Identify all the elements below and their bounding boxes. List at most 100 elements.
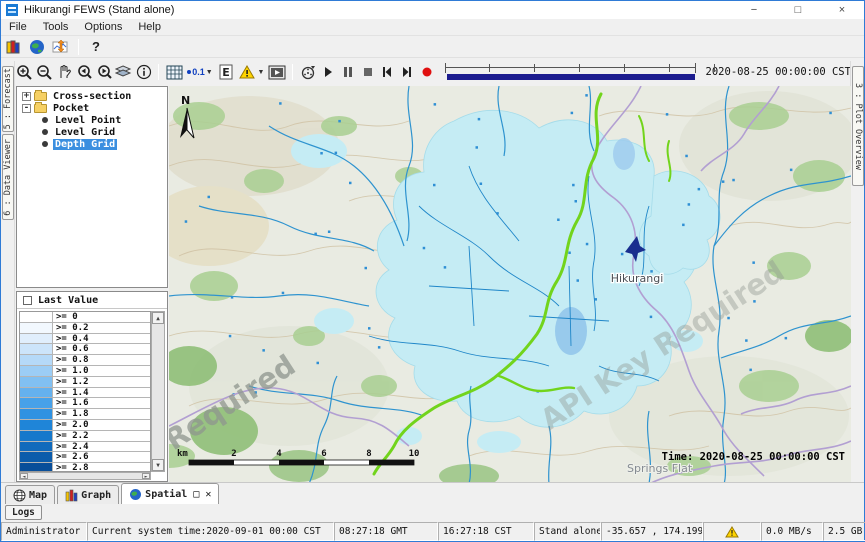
legend-row[interactable]: >= 2.2 xyxy=(20,431,150,442)
last-value-checkbox[interactable] xyxy=(23,296,32,305)
title-bar: Hikurangi FEWS (Stand alone) − □ × xyxy=(1,1,864,19)
legend-row[interactable]: >= 0.8 xyxy=(20,355,150,366)
movie-export-icon[interactable] xyxy=(268,62,286,82)
tab-graph[interactable]: Graph xyxy=(57,485,119,504)
tree-item-depth-grid[interactable]: Depth Grid xyxy=(17,138,167,150)
menu-help[interactable]: Help xyxy=(130,19,169,35)
folder-icon xyxy=(34,104,47,113)
expand-icon[interactable]: + xyxy=(22,92,31,101)
legend-row[interactable]: >= 1.0 xyxy=(20,366,150,377)
legend-value-label: >= 0.4 xyxy=(53,334,150,344)
legend-row[interactable]: >= 1.8 xyxy=(20,409,150,420)
legend-value-label: >= 0.8 xyxy=(53,355,150,365)
legend-value-label: >= 2.4 xyxy=(53,442,150,452)
spatial-maximize-icon[interactable]: □ xyxy=(193,489,199,500)
legend-row[interactable]: >= 1.6 xyxy=(20,398,150,409)
legend-row[interactable]: >= 2.6 xyxy=(20,452,150,463)
time-slider[interactable] xyxy=(443,61,698,83)
legend-row[interactable]: >= 0 xyxy=(20,312,150,323)
legend-vertical-scrollbar[interactable]: ▲ ▼ xyxy=(151,311,165,472)
legend-row[interactable]: >= 2.4 xyxy=(20,442,150,453)
tab-spatial[interactable]: Spatial □ ✕ xyxy=(121,483,219,504)
legend-row[interactable]: >= 0.4 xyxy=(20,334,150,345)
status-warning-cell[interactable] xyxy=(703,522,761,541)
legend-row[interactable]: >= 2.0 xyxy=(20,420,150,431)
svg-text:4: 4 xyxy=(276,449,282,459)
status-system-time: Current system time:2020-09-01 00:00 CST xyxy=(87,522,334,541)
grid-display-icon[interactable] xyxy=(165,62,183,82)
spatial-map[interactable]: API Key Required API Key Required Hikura… xyxy=(169,86,851,484)
legend-toggle-button[interactable]: E xyxy=(217,62,235,82)
legend-row[interactable]: >= 1.4 xyxy=(20,388,150,399)
scroll-up-icon[interactable]: ▲ xyxy=(152,312,164,324)
zoom-out-icon[interactable] xyxy=(36,62,54,82)
menu-file[interactable]: File xyxy=(1,19,35,35)
tab-forecast[interactable]: 5 : Forecast xyxy=(2,66,14,132)
warning-icon xyxy=(725,526,739,538)
close-button[interactable]: × xyxy=(820,1,864,19)
scroll-right-icon[interactable]: ► xyxy=(142,473,150,479)
pan-hand-icon[interactable] xyxy=(56,62,74,82)
contour-value-label: 0.1 xyxy=(192,67,205,77)
status-gmt-time: 08:27:18 GMT xyxy=(334,522,438,541)
pause-button[interactable] xyxy=(339,62,357,82)
minimize-button[interactable]: − xyxy=(732,1,776,19)
map-display-icon[interactable] xyxy=(26,37,48,57)
play-button[interactable] xyxy=(319,62,337,82)
legend-value-label: >= 1.0 xyxy=(53,366,150,376)
contour-dropdown-button[interactable]: 0.1 ▼ xyxy=(185,62,214,82)
toolbar-separator xyxy=(78,39,79,55)
tree-item-pocket[interactable]: - Pocket xyxy=(17,102,167,114)
map-canvas: API Key Required API Key Required Hikura… xyxy=(169,86,851,484)
previous-frame-button[interactable] xyxy=(379,62,397,82)
next-frame-button[interactable] xyxy=(398,62,416,82)
svg-text:2: 2 xyxy=(231,449,236,459)
legend-swatch xyxy=(20,323,53,333)
status-memory: 2.5 GB xyxy=(823,522,865,541)
bottom-tab-bar: Map Graph Spatial □ ✕ xyxy=(1,482,864,504)
legend-horizontal-scrollbar[interactable]: ◄ ► xyxy=(19,472,151,480)
legend-row[interactable]: >= 0.6 xyxy=(20,344,150,355)
tab-plot-overview[interactable]: 3 : Plot Overview xyxy=(852,66,864,186)
timeseries-display-icon[interactable] xyxy=(50,37,72,57)
menu-tools[interactable]: Tools xyxy=(35,19,77,35)
legend-value-label: >= 1.6 xyxy=(53,398,150,408)
legend-swatch xyxy=(20,463,53,472)
status-coordinates: -35.657 , 174.199 xyxy=(601,522,703,541)
menu-options[interactable]: Options xyxy=(76,19,130,35)
animation-settings-icon[interactable] xyxy=(299,62,317,82)
application-window: Hikurangi FEWS (Stand alone) − □ × File … xyxy=(0,0,865,542)
last-value-row[interactable]: Last Value xyxy=(17,292,167,309)
legend-row[interactable]: >= 2.8 xyxy=(20,463,150,472)
scroll-left-icon[interactable]: ◄ xyxy=(20,473,28,479)
stop-button[interactable] xyxy=(359,62,377,82)
legend-swatch xyxy=(20,431,53,441)
globe-wire-icon xyxy=(13,489,26,502)
window-title: Hikurangi FEWS (Stand alone) xyxy=(24,4,174,16)
legend-row[interactable]: >= 0.2 xyxy=(20,323,150,334)
layers-icon[interactable] xyxy=(115,62,133,82)
record-button[interactable] xyxy=(418,62,436,82)
help-button[interactable]: ? xyxy=(85,37,107,57)
spatial-close-icon[interactable]: ✕ xyxy=(205,489,211,500)
tree-item-level-grid[interactable]: Level Grid xyxy=(17,126,167,138)
svg-text:N: N xyxy=(181,94,190,107)
time-slider-progress xyxy=(447,74,695,80)
zoom-in-icon[interactable] xyxy=(16,62,34,82)
warning-dropdown-button[interactable]: ▼ xyxy=(236,62,266,82)
info-icon[interactable] xyxy=(135,62,153,82)
tab-data-viewer[interactable]: 6 : Data Viewer xyxy=(2,134,14,220)
zoom-next-icon[interactable] xyxy=(95,62,113,82)
logs-button[interactable]: Logs xyxy=(5,505,42,520)
legend-row[interactable]: >= 1.2 xyxy=(20,377,150,388)
database-icon[interactable] xyxy=(2,37,24,57)
legend-table: >= 0>= 0.2>= 0.4>= 0.6>= 0.8>= 1.0>= 1.2… xyxy=(19,311,151,472)
tab-map[interactable]: Map xyxy=(5,485,55,504)
maximize-button[interactable]: □ xyxy=(776,1,820,19)
tree-item-cross-section[interactable]: + Cross-section xyxy=(17,90,167,102)
main-toolbar: ? xyxy=(1,36,864,58)
collapse-icon[interactable]: - xyxy=(22,104,31,113)
tree-item-level-point[interactable]: Level Point xyxy=(17,114,167,126)
zoom-previous-icon[interactable] xyxy=(75,62,93,82)
scroll-down-icon[interactable]: ▼ xyxy=(152,459,164,471)
